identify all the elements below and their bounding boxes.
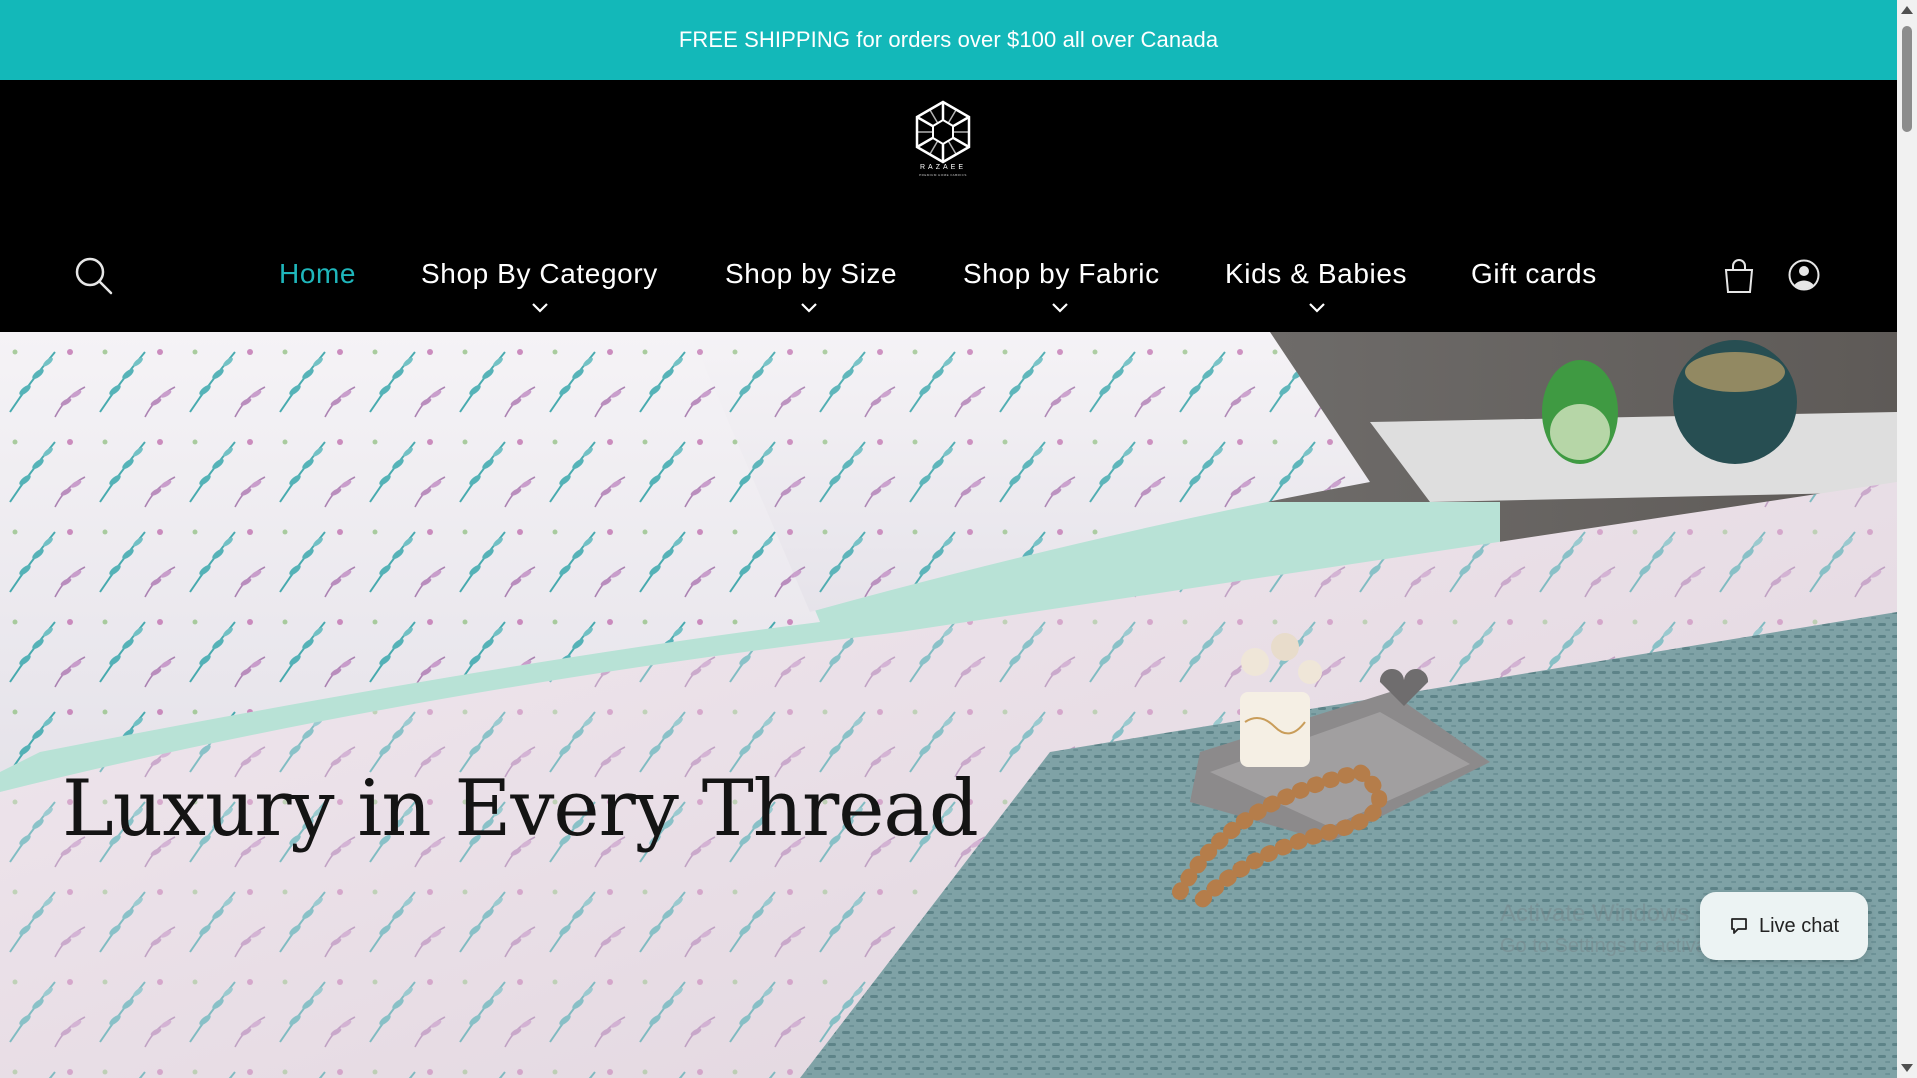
hero-title: Luxury in Every Thread	[62, 764, 979, 854]
nav-item-label: Shop by Size	[725, 258, 898, 289]
chat-bubble-icon	[1731, 918, 1747, 934]
account-button[interactable]	[1787, 258, 1821, 292]
hero-banner: Luxury in Every Thread	[0, 332, 1897, 1078]
chevron-down-icon	[1309, 303, 1325, 313]
nav-item-kids-and-babies[interactable]: Kids & Babies	[1225, 258, 1408, 313]
nav-item-label: Shop by Fabric	[963, 258, 1160, 289]
nav-item-shop-by-category[interactable]: Shop By Category	[421, 258, 658, 313]
logo-wordmark: RAZAEE	[919, 164, 966, 171]
scrollbar-thumb[interactable]	[1902, 26, 1912, 132]
nav-item-gift-cards[interactable]: Gift cards	[1471, 258, 1597, 290]
nav-item-label: Shop By Category	[421, 258, 658, 289]
cart-button[interactable]	[1722, 258, 1756, 294]
logo-mark-icon	[915, 100, 971, 164]
chevron-down-icon	[532, 303, 548, 313]
logo-tagline: PREMIUM HOME FABRICS	[919, 173, 967, 177]
nav-item-shop-by-size[interactable]: Shop by Size	[725, 258, 898, 313]
page-scrollbar[interactable]	[1897, 0, 1917, 1078]
nav-item-label: Kids & Babies	[1225, 258, 1408, 289]
live-chat-button[interactable]: Live chat	[1700, 892, 1868, 960]
scroll-down-arrow-icon[interactable]	[1901, 1064, 1913, 1072]
brand-logo[interactable]: RAZAEE PREMIUM HOME FABRICS	[911, 100, 975, 182]
page: FREE SHIPPING for orders over $100 all o…	[0, 0, 1897, 1078]
scroll-up-arrow-icon[interactable]	[1901, 6, 1913, 14]
chevron-down-icon	[801, 303, 817, 313]
nav-item-shop-by-fabric[interactable]: Shop by Fabric	[963, 258, 1160, 313]
main-nav: Home Shop By Category Shop by Size Shop …	[0, 258, 1897, 318]
nav-item-label: Gift cards	[1471, 258, 1597, 289]
site-header: RAZAEE PREMIUM HOME FABRICS Home Shop By…	[0, 80, 1897, 332]
hero-bedroom-photo	[0, 332, 1897, 1078]
live-chat-label: Live chat	[1758, 914, 1840, 937]
nav-item-label: Home	[279, 258, 357, 289]
announcement-text: FREE SHIPPING for orders over $100 all o…	[678, 27, 1219, 52]
announcement-bar: FREE SHIPPING for orders over $100 all o…	[0, 0, 1897, 80]
cart-icon	[1724, 259, 1754, 293]
nav-item-home[interactable]: Home	[279, 258, 356, 290]
account-icon	[1788, 259, 1820, 291]
chevron-down-icon	[1052, 303, 1068, 313]
